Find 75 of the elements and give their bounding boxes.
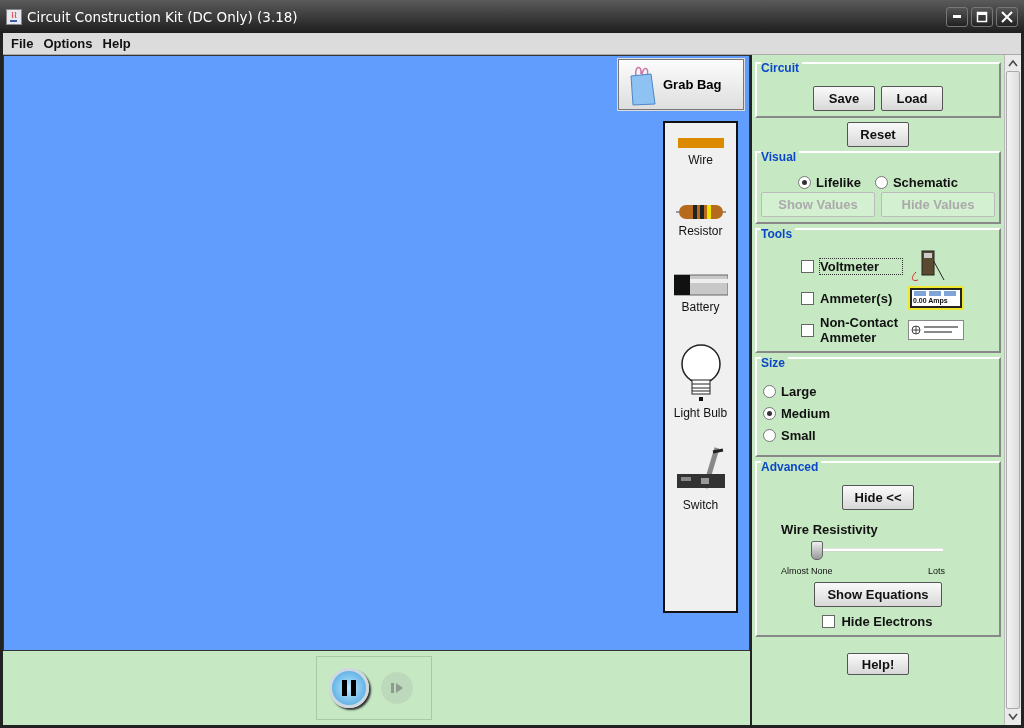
radio-option[interactable]: Medium bbox=[763, 406, 995, 421]
hide-electrons-label: Hide Electrons bbox=[840, 613, 934, 630]
radio-button[interactable] bbox=[763, 385, 776, 398]
radio-option[interactable]: Small bbox=[763, 428, 995, 443]
menu-item[interactable]: Options bbox=[39, 36, 97, 51]
pause-button[interactable] bbox=[329, 668, 369, 708]
resistor-icon bbox=[675, 204, 726, 220]
slider-thumb[interactable] bbox=[811, 541, 823, 560]
toolbox-label: Wire bbox=[688, 153, 713, 167]
tool-label: Non-Contact Ammeter bbox=[819, 314, 899, 346]
radio-button[interactable] bbox=[763, 407, 776, 420]
close-button[interactable] bbox=[996, 6, 1018, 27]
circuit-canvas[interactable]: Grab Bag Wire Resistor Battery Light Bulb Switch bbox=[3, 55, 750, 651]
toolbox-label: Light Bulb bbox=[673, 406, 728, 420]
menu-item[interactable]: Help bbox=[98, 36, 135, 51]
help-button[interactable]: Help! bbox=[847, 653, 909, 675]
grab-bag-label: Grab Bag bbox=[663, 77, 722, 92]
slider-max-label: Lots bbox=[928, 566, 945, 576]
scrollbar[interactable] bbox=[1004, 55, 1021, 725]
tool-label: Voltmeter bbox=[819, 257, 903, 275]
toolbox-label: Switch bbox=[682, 498, 719, 512]
light-bulb-icon bbox=[678, 344, 723, 402]
hide-advanced-button[interactable]: Hide << bbox=[841, 485, 915, 510]
battery-icon bbox=[673, 274, 728, 296]
scrollbar-thumb[interactable] bbox=[1006, 71, 1020, 709]
circuit-button[interactable]: Load bbox=[881, 86, 943, 111]
window-title: Circuit Construction Kit (DC Only) (3.18) bbox=[27, 8, 299, 25]
checkbox[interactable] bbox=[801, 259, 814, 273]
section-title: Visual bbox=[761, 150, 800, 164]
scroll-up-icon bbox=[1008, 59, 1018, 67]
checkbox[interactable] bbox=[822, 615, 836, 628]
toolbox-label: Resistor bbox=[678, 224, 723, 238]
section-title: Tools bbox=[761, 227, 796, 241]
radio-option[interactable]: Large bbox=[763, 384, 995, 399]
close-icon bbox=[1001, 10, 1013, 23]
maximize-button[interactable] bbox=[971, 6, 993, 27]
circuit-button[interactable]: Save bbox=[813, 86, 875, 111]
toolbox-label: Battery bbox=[681, 300, 720, 314]
step-icon bbox=[391, 682, 403, 694]
minimize-button[interactable] bbox=[946, 6, 968, 27]
reset-button[interactable]: Reset bbox=[847, 122, 909, 147]
show-equations-button[interactable]: Show Equations bbox=[814, 582, 942, 607]
java-cup-icon bbox=[6, 8, 22, 25]
radio-button[interactable] bbox=[798, 176, 812, 189]
radio-button[interactable] bbox=[763, 429, 776, 442]
checkbox[interactable] bbox=[801, 291, 814, 305]
radio-label: Schematic bbox=[892, 175, 958, 190]
toolbox-item[interactable]: Light Bulb bbox=[673, 344, 728, 444]
tool-label: Ammeter(s) bbox=[819, 289, 894, 307]
radio-label: Large bbox=[781, 384, 817, 399]
maximize-icon bbox=[976, 10, 988, 23]
checkbox[interactable] bbox=[801, 323, 814, 337]
minimize-icon bbox=[953, 15, 961, 18]
radio-option[interactable]: Lifelike bbox=[798, 175, 861, 190]
toolbox-item[interactable]: Switch bbox=[674, 444, 727, 514]
toolbox-item[interactable]: Battery bbox=[673, 274, 728, 344]
radio-button[interactable] bbox=[874, 176, 888, 189]
radio-label: Small bbox=[781, 428, 816, 443]
ammeter-icon bbox=[913, 291, 957, 297]
section-title: Advanced bbox=[761, 460, 822, 474]
radio-label: Lifelike bbox=[816, 175, 861, 190]
scroll-down-icon bbox=[1008, 713, 1018, 721]
slider-label: Wire Resistivity bbox=[781, 522, 879, 537]
grab-bag-button[interactable]: Grab Bag bbox=[618, 59, 744, 110]
radio-option[interactable]: Schematic bbox=[874, 175, 958, 190]
menu-item[interactable]: File bbox=[7, 36, 38, 51]
pause-icon bbox=[342, 680, 356, 696]
wire-icon bbox=[677, 137, 724, 149]
slider-min-label: Almost None bbox=[781, 566, 833, 576]
toolbox-item[interactable]: Resistor bbox=[675, 192, 726, 274]
radio-label: Medium bbox=[781, 406, 831, 421]
section-title: Circuit bbox=[761, 61, 802, 75]
section-title: Size bbox=[761, 356, 788, 370]
non-contact-ammeter-icon bbox=[908, 320, 964, 340]
toolbox-item[interactable]: Wire bbox=[677, 137, 724, 192]
